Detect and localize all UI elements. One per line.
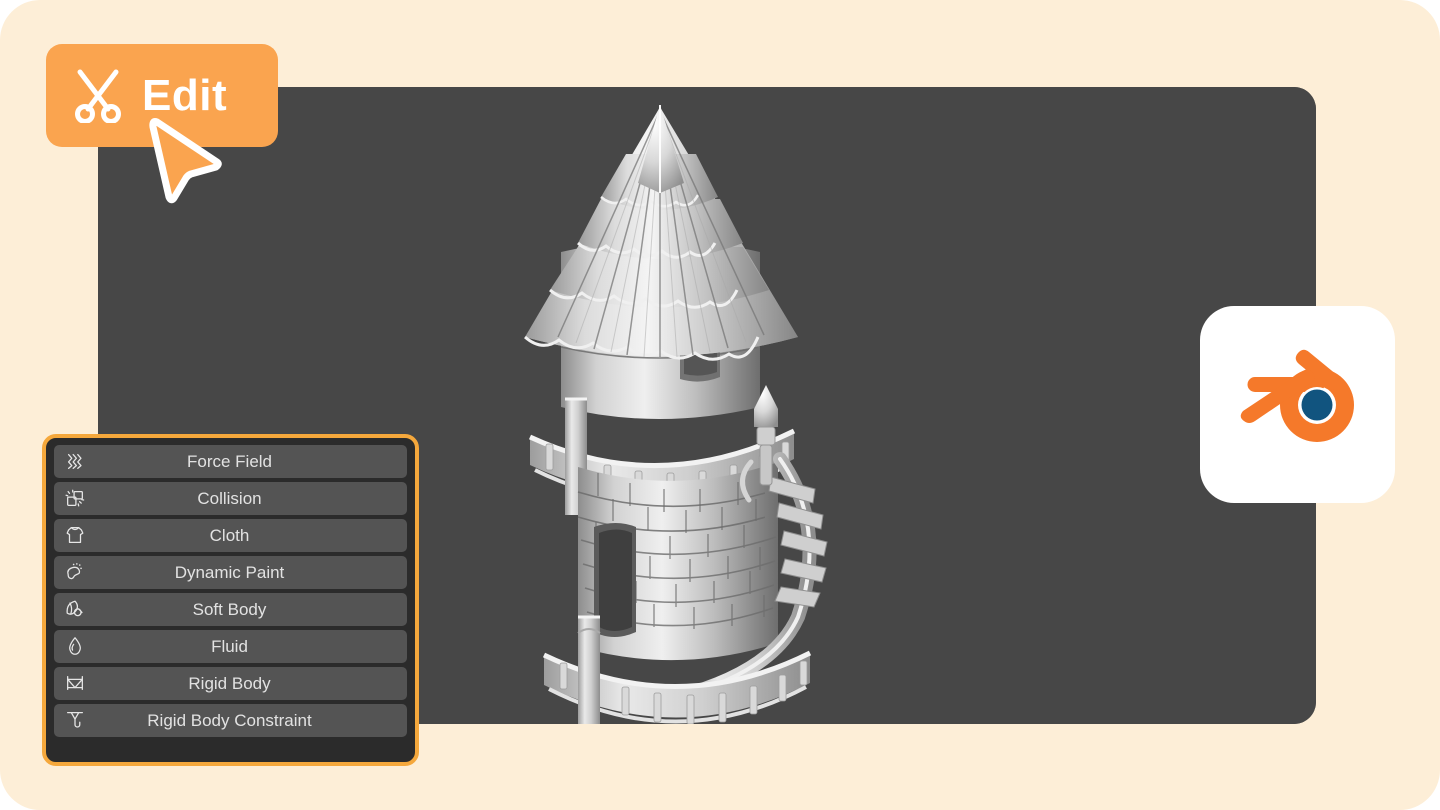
- cloth-icon: [62, 522, 88, 548]
- blender-logo-card: [1200, 306, 1395, 503]
- blender-logo: [1228, 339, 1368, 471]
- menu-item-label: Dynamic Paint: [174, 562, 285, 582]
- menu-item-soft-body[interactable]: Soft Body: [54, 593, 407, 626]
- dynamic-paint-icon: [62, 559, 88, 585]
- edit-badge-label: Edit: [142, 70, 228, 120]
- physics-menu-panel[interactable]: Force Field Collision Cloth Dynamic Pain…: [42, 434, 419, 766]
- rigid-body-icon: [62, 670, 88, 696]
- page-root: Edit Force Field Collision Cloth Dynamic…: [0, 0, 1440, 810]
- menu-item-label: Force Field: [186, 451, 273, 471]
- physics-menu-list: Force Field Collision Cloth Dynamic Pain…: [54, 445, 407, 737]
- menu-item-cloth[interactable]: Cloth: [54, 519, 407, 552]
- force-field-icon: [62, 448, 88, 474]
- soft-body-icon: [62, 596, 88, 622]
- menu-item-label: Cloth: [209, 525, 250, 545]
- menu-item-force-field[interactable]: Force Field: [54, 445, 407, 478]
- menu-item-fluid[interactable]: Fluid: [54, 630, 407, 663]
- cursor-arrow-icon: [147, 116, 225, 204]
- menu-item-rigid-body[interactable]: Rigid Body: [54, 667, 407, 700]
- menu-item-label: Rigid Body: [188, 673, 271, 693]
- menu-item-label: Rigid Body Constraint: [147, 710, 312, 730]
- rigid-body-constraint-icon: [62, 707, 88, 733]
- menu-item-label: Fluid: [211, 636, 248, 656]
- menu-item-rigid-body-constraint[interactable]: Rigid Body Constraint: [54, 704, 407, 737]
- collision-icon: [62, 485, 88, 511]
- menu-item-collision[interactable]: Collision: [54, 482, 407, 515]
- fluid-icon: [62, 633, 88, 659]
- menu-item-dynamic-paint[interactable]: Dynamic Paint: [54, 556, 407, 589]
- menu-item-label: Soft Body: [192, 599, 267, 619]
- menu-item-label: Collision: [197, 488, 262, 508]
- scissors-icon: [72, 69, 124, 124]
